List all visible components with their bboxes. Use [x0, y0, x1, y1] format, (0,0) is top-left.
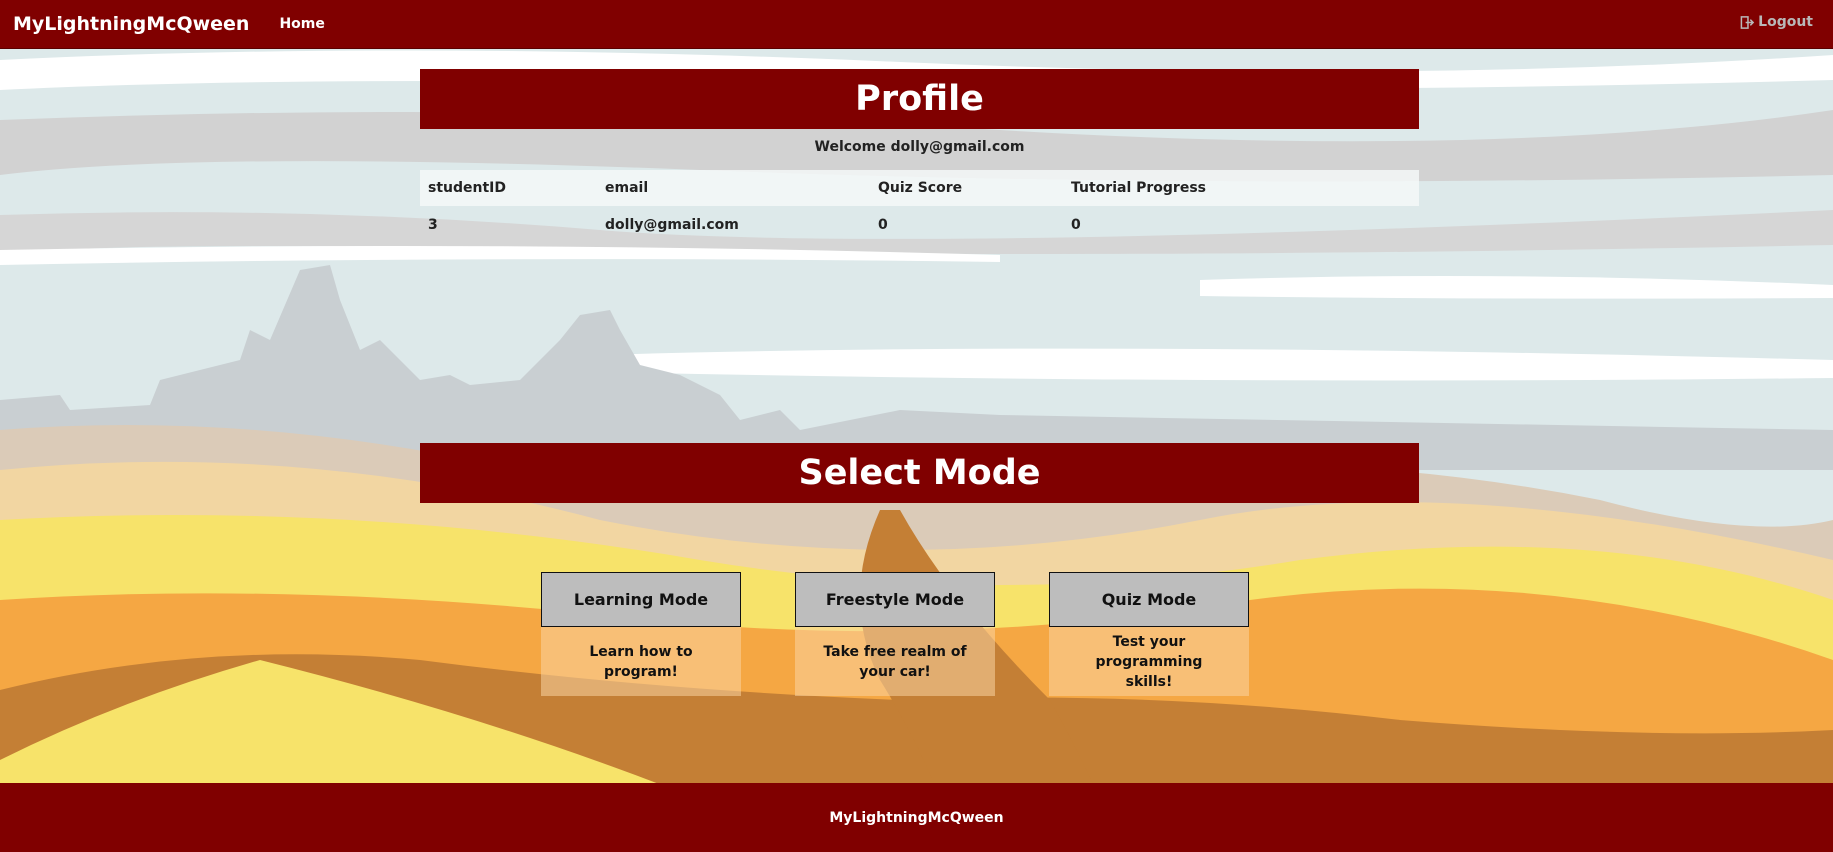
- logout-label: Logout: [1758, 14, 1813, 30]
- student-id-cell: 3: [428, 217, 438, 233]
- quiz-mode-description: Test your programming skills!: [1049, 627, 1249, 696]
- table-row: 3 dolly@gmail.com 0 0: [420, 206, 1419, 244]
- footer-brand: MyLightningMcQween: [829, 809, 1004, 826]
- select-mode-title: Select Mode: [420, 443, 1419, 503]
- column-header: email: [605, 180, 649, 196]
- column-header: studentID: [428, 180, 506, 196]
- tutorial-progress-cell: 0: [1071, 217, 1081, 233]
- profile-title: Profile: [420, 69, 1419, 129]
- table-header-row: studentID email Quiz Score Tutorial Prog…: [420, 170, 1419, 206]
- column-header: Quiz Score: [878, 180, 963, 196]
- learning-mode-description: Learn how to program!: [541, 627, 741, 696]
- footer: MyLightningMcQween: [0, 783, 1833, 852]
- profile-table: studentID email Quiz Score Tutorial Prog…: [420, 170, 1419, 244]
- logout-icon: [1740, 15, 1755, 29]
- quiz-score-cell: 0: [878, 217, 888, 233]
- logout-link[interactable]: Logout: [1740, 14, 1813, 30]
- quiz-mode-card: Quiz Mode Test your programming skills!: [1049, 572, 1249, 696]
- learning-mode-button[interactable]: Learning Mode: [541, 572, 741, 627]
- freestyle-mode-button[interactable]: Freestyle Mode: [795, 572, 995, 627]
- welcome-message: Welcome dolly@gmail.com: [814, 139, 1025, 155]
- email-cell: dolly@gmail.com: [605, 217, 739, 233]
- brand-logo[interactable]: MyLightningMcQween: [13, 13, 249, 35]
- column-header: Tutorial Progress: [1071, 180, 1206, 196]
- learning-mode-card: Learning Mode Learn how to program!: [541, 572, 741, 696]
- freestyle-mode-card: Freestyle Mode Take free realm of your c…: [795, 572, 995, 696]
- nav-home-link[interactable]: Home: [279, 16, 324, 32]
- freestyle-mode-description: Take free realm of your car!: [795, 627, 995, 696]
- top-navbar: MyLightningMcQween Home Logout: [0, 0, 1833, 49]
- quiz-mode-button[interactable]: Quiz Mode: [1049, 572, 1249, 627]
